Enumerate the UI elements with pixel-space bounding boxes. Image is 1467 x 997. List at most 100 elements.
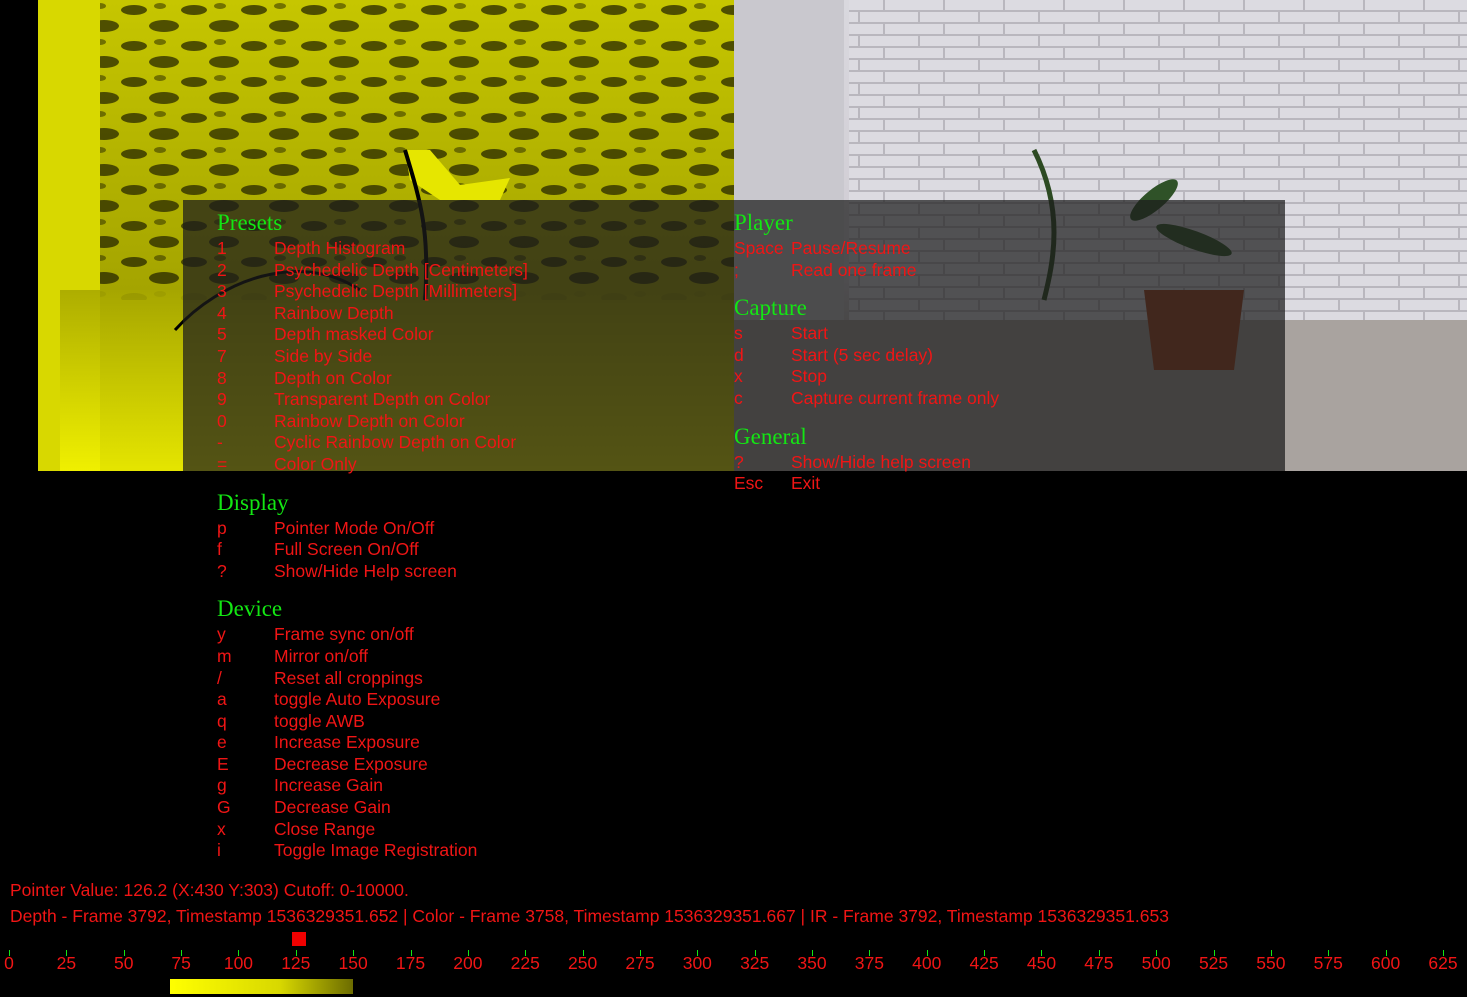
shortcut-key: x: [734, 366, 743, 387]
depth-range-bar: [169, 979, 354, 994]
shortcut-entry: 9 Transparent Depth on Color: [217, 389, 528, 411]
shortcut-key: q: [217, 710, 227, 731]
shortcut-entry: f Full Screen On/Off: [217, 539, 528, 561]
ruler-tick-label: 325: [740, 953, 770, 973]
shortcut-label: Toggle Image Registration: [274, 840, 478, 861]
shortcut-label: Start: [791, 323, 828, 344]
section-title-display: Display: [217, 489, 289, 515]
shortcut-entry: s Start: [734, 323, 999, 345]
shortcut-label: toggle Auto Exposure: [274, 689, 441, 710]
ruler-tick-label: 125: [281, 953, 311, 973]
shortcut-label: Increase Gain: [274, 775, 383, 796]
ruler-tick-label: 525: [1198, 953, 1229, 973]
shortcut-entry: 5 Depth masked Color: [217, 324, 528, 346]
shortcut-key: 3: [217, 281, 227, 302]
shortcut-entry: y Frame sync on/off: [217, 624, 528, 646]
shortcut-entry: p Pointer Mode On/Off: [217, 518, 528, 540]
shortcut-entry: Space Pause/Resume: [734, 238, 999, 260]
shortcut-label: Psychedelic Depth [Centimeters]: [274, 259, 528, 280]
shortcut-key: G: [217, 797, 231, 818]
shortcut-label: Depth on Color: [274, 367, 392, 388]
shortcut-entry: x Close Range: [217, 819, 528, 841]
shortcut-key: m: [217, 645, 232, 666]
shortcut-entry: 1 Depth Histogram: [217, 238, 528, 260]
pointer-value-status: Pointer Value: 126.2 (X:430 Y:303) Cutof…: [10, 880, 409, 900]
shortcut-label: Psychedelic Depth [Millimeters]: [274, 281, 518, 302]
shortcut-entry: e Increase Exposure: [217, 732, 528, 754]
shortcut-label: Show/Hide Help screen: [274, 560, 457, 581]
shortcut-label: Stop: [791, 366, 827, 387]
section-title-device: Device: [217, 596, 283, 622]
shortcut-label: Side by Side: [274, 345, 373, 366]
shortcut-entry: 3 Psychedelic Depth [Millimeters]: [217, 281, 528, 303]
ruler-tick-label: 350: [797, 953, 827, 973]
ruler-tick-label: 375: [854, 953, 884, 973]
shortcut-key: 9: [217, 389, 227, 410]
shortcut-entry: a toggle Auto Exposure: [217, 689, 528, 711]
shortcut-key: E: [217, 753, 229, 774]
shortcut-entry: - Cyclic Rainbow Depth on Color: [217, 432, 528, 454]
shortcut-label: Pointer Mode On/Off: [274, 517, 435, 538]
shortcut-entry: ? Show/Hide help screen: [734, 452, 999, 474]
shortcut-key: f: [217, 539, 222, 560]
shortcut-key: a: [217, 689, 227, 710]
shortcut-entry: c Capture current frame only: [734, 388, 999, 410]
ruler-tick-label: 175: [395, 953, 426, 973]
shortcut-key: 4: [217, 302, 227, 323]
section-title-general: General: [734, 423, 807, 449]
shortcut-entry: Esc Exit: [734, 473, 999, 495]
shortcut-entry: 4 Rainbow Depth: [217, 303, 528, 325]
shortcut-entry: x Stop: [734, 366, 999, 388]
shortcut-label: Transparent Depth on Color: [274, 389, 491, 410]
shortcut-label: Full Screen On/Off: [274, 539, 419, 560]
shortcut-label: Read one frame: [791, 259, 917, 280]
shortcut-label: Cyclic Rainbow Depth on Color: [274, 432, 517, 453]
section-title-player: Player: [734, 210, 793, 235]
ruler-tick-label: 575: [1313, 953, 1343, 973]
shortcut-key: d: [734, 344, 744, 365]
shortcut-key: 0: [217, 410, 227, 431]
ruler-tick-label: 275: [625, 953, 655, 973]
shortcut-entry: g Increase Gain: [217, 775, 528, 797]
ruler-tick-label: 500: [1141, 953, 1171, 973]
ruler-tick-label: 75: [171, 953, 191, 973]
shortcut-label: Reset all croppings: [274, 667, 423, 688]
shortcut-entry: 7 Side by Side: [217, 346, 528, 368]
shortcut-key: x: [217, 818, 226, 839]
section-title-presets: Presets: [217, 210, 283, 235]
shortcut-key: =: [217, 453, 228, 474]
shortcut-key: 5: [217, 324, 227, 345]
ruler-tick-label: 50: [113, 953, 134, 973]
shortcut-entry: 0 Rainbow Depth on Color: [217, 411, 528, 433]
help-column-right: Player Space Pause/Resume; Read one frame Ca…: [734, 207, 999, 495]
shortcut-key: 7: [217, 345, 227, 366]
ruler-tick-label: 200: [453, 953, 483, 973]
ruler-tick-label: 450: [1026, 953, 1057, 973]
shortcut-label: Decrease Exposure: [274, 753, 428, 774]
shortcut-key: Esc: [734, 473, 764, 494]
shortcut-entry: d Start (5 sec delay): [734, 345, 999, 367]
ruler-tick-label: 600: [1371, 953, 1401, 973]
shortcut-label: Mirror on/off: [274, 645, 369, 666]
section-title-capture: Capture: [734, 295, 807, 321]
ruler-tick-label: 625: [1428, 953, 1458, 973]
shortcut-key: i: [217, 840, 221, 861]
shortcut-label: Show/Hide help screen: [791, 451, 971, 472]
shortcut-label: Capture current frame only: [791, 387, 1000, 408]
shortcut-key: -: [217, 432, 223, 453]
shortcut-label: Exit: [791, 473, 821, 494]
ruler-tick-label: 225: [510, 953, 540, 973]
shortcut-entry: 2 Psychedelic Depth [Centimeters]: [217, 260, 528, 282]
shortcut-key: ;: [734, 259, 739, 280]
shortcut-label: Pause/Resume: [791, 238, 911, 258]
shortcut-entry: 8 Depth on Color: [217, 368, 528, 390]
shortcut-key: s: [734, 323, 743, 344]
shortcut-entry: E Decrease Exposure: [217, 754, 528, 776]
shortcut-entry: G Decrease Gain: [217, 797, 528, 819]
ruler-tick-label: 0: [4, 953, 14, 973]
shortcut-key: /: [217, 667, 222, 688]
shortcut-entry: q toggle AWB: [217, 711, 528, 733]
shortcut-label: Color Only: [274, 453, 357, 474]
shortcut-key: 1: [217, 238, 227, 258]
shortcut-label: Depth masked Color: [274, 324, 434, 345]
